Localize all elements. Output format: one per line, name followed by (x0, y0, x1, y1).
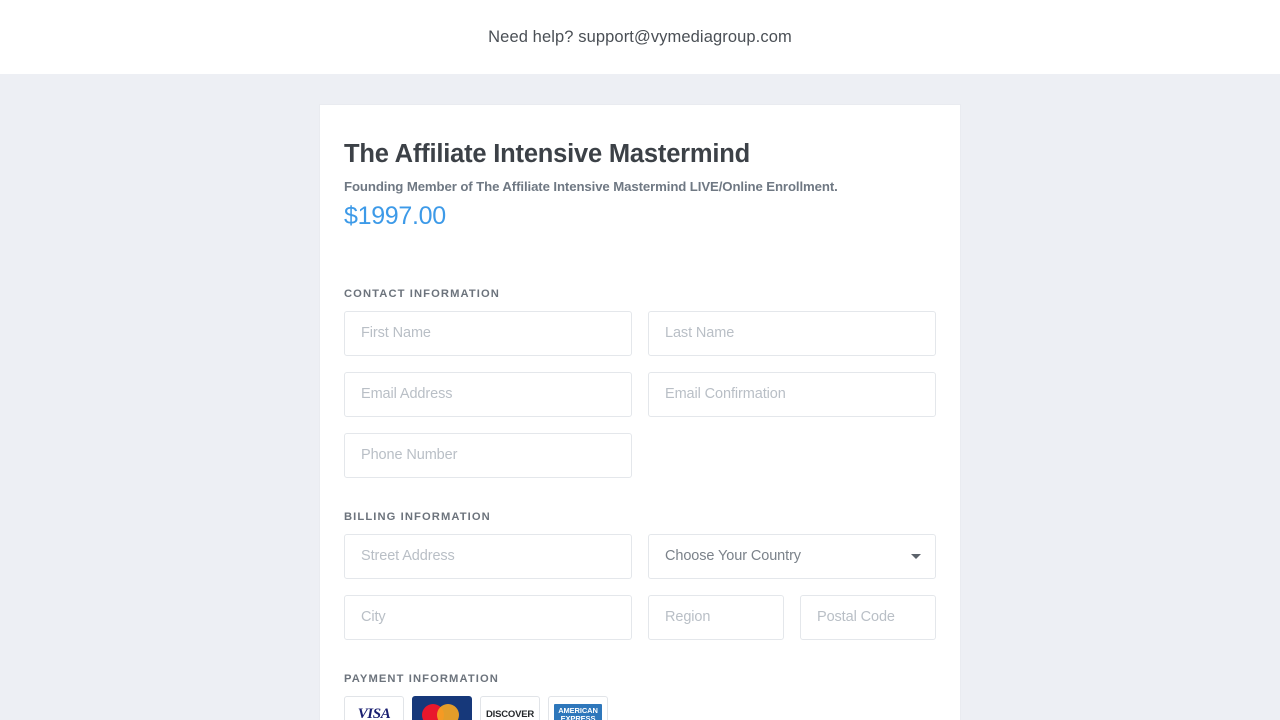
billing-information-section: BILLING INFORMATION Street Address Choos… (344, 511, 936, 640)
payment-information-section: PAYMENT INFORMATION VISA DISCOVER AMERIC… (344, 673, 936, 720)
help-bar: Need help? support@vymediagroup.com (0, 0, 1280, 74)
email-row: Email Address Email Confirmation (344, 371, 936, 417)
amex-label: AMERICAN EXPRESS (554, 703, 602, 720)
amex-icon: AMERICAN EXPRESS (548, 695, 608, 720)
city-input[interactable]: City (344, 594, 632, 640)
page-body: The Affiliate Intensive Mastermind Found… (0, 74, 1280, 720)
name-row: First Name Last Name (344, 310, 936, 356)
discover-icon: DISCOVER (480, 695, 540, 720)
email-input[interactable]: Email Address (344, 371, 632, 417)
phone-number-input[interactable]: Phone Number (344, 432, 632, 478)
country-select[interactable]: Choose Your Country (648, 533, 936, 579)
first-name-input[interactable]: First Name (344, 310, 632, 356)
billing-section-label: BILLING INFORMATION (344, 510, 491, 523)
mastercard-yellow-circle (437, 703, 459, 720)
visa-label: VISA (357, 706, 391, 720)
city-region-postal-row: City Region Postal Code (344, 594, 936, 640)
country-select-value: Choose Your Country (665, 548, 801, 565)
amex-line2: EXPRESS (560, 713, 596, 720)
phone-row: Phone Number (344, 432, 936, 478)
contact-section-label: CONTACT INFORMATION (344, 287, 500, 300)
payment-section-label: PAYMENT INFORMATION (344, 672, 499, 685)
product-price: $1997.00 (344, 201, 446, 230)
accepted-cards-row: VISA DISCOVER AMERICAN EXPRESS (344, 695, 936, 720)
region-input[interactable]: Region (648, 594, 784, 640)
product-subtitle: Founding Member of The Affiliate Intensi… (344, 178, 838, 194)
postal-code-input[interactable]: Postal Code (800, 594, 936, 640)
checkout-card: The Affiliate Intensive Mastermind Found… (320, 105, 960, 720)
page-title: The Affiliate Intensive Mastermind (344, 140, 751, 168)
chevron-down-icon (911, 553, 921, 559)
address-country-row: Street Address Choose Your Country (344, 533, 936, 579)
email-confirmation-input[interactable]: Email Confirmation (648, 371, 936, 417)
mastercard-icon (412, 695, 472, 720)
help-text: Need help? support@vymediagroup.com (488, 27, 792, 46)
contact-information-section: CONTACT INFORMATION First Name Last Name… (344, 288, 936, 478)
last-name-input[interactable]: Last Name (648, 310, 936, 356)
street-address-input[interactable]: Street Address (344, 533, 632, 579)
mastercard-circles (420, 703, 464, 720)
visa-icon: VISA (344, 695, 404, 720)
discover-label: DISCOVER (485, 709, 535, 720)
